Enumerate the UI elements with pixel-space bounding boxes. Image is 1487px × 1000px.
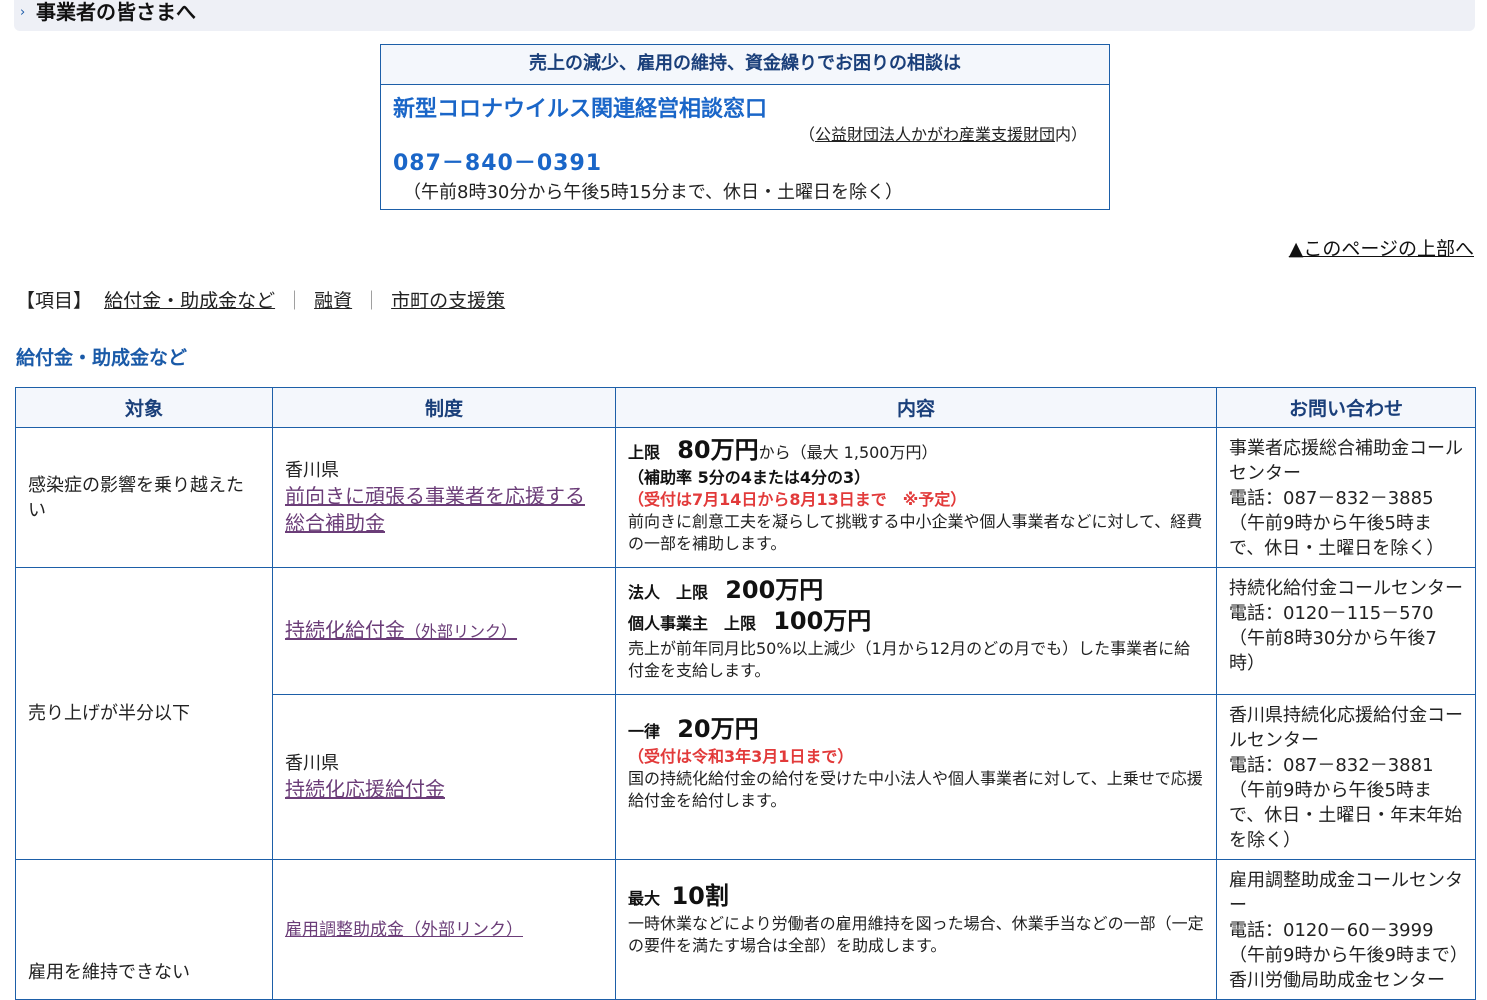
grants-table: 対象 制度 内容 お問い合わせ 感染症の影響を乗り越えたい 香川県 前向きに頑張… — [15, 387, 1476, 1000]
content-line: 法人 上限 200万円 — [628, 576, 1204, 607]
contact-name: 香川県持続化応援給付金コールセンター — [1229, 705, 1463, 751]
consultation-heading: 売上の減少、雇用の維持、資金繰りでお困りの相談は — [381, 45, 1109, 85]
header-contact: お問い合わせ — [1216, 387, 1476, 428]
limit-label: 上限 — [628, 443, 661, 462]
consultation-hours: （午前8時30分から午後5時15分まで、休日・土曜日を除く） — [403, 182, 903, 203]
pref-label: 香川県 — [285, 753, 339, 774]
external-link-label: （外部リンク） — [405, 622, 518, 641]
content-line: 一律 20万円 — [628, 715, 1204, 746]
consultation-box: 売上の減少、雇用の維持、資金繰りでお困りの相談は 新型コロナウイルス関連経営相談… — [380, 44, 1110, 210]
system-link[interactable]: 前向きに頑張る事業者を応援する総合補助金 — [285, 484, 585, 535]
content-line: 最大 10割 — [628, 882, 1204, 913]
contact-name: 雇用調整助成金コールセンター — [1229, 870, 1463, 916]
toc-nav: 【項目】 給付金・助成金など ｜ 融資 ｜ 市町の支援策 — [16, 286, 511, 313]
toc-link-loans[interactable]: 融資 — [314, 290, 352, 312]
section-heading-bar: › 事業者の皆さまへ — [14, 0, 1475, 31]
toc-label: 【項目】 — [16, 290, 93, 312]
pref-label: 香川県 — [285, 460, 339, 481]
target-cell: 売り上げが半分以下 — [15, 567, 273, 860]
target-cell: 感染症の影響を乗り越えたい — [15, 427, 273, 568]
flat-amount: 20万円 — [677, 715, 759, 743]
contact-tel: 電話：087－832－3885 — [1229, 488, 1434, 509]
content-desc: 一時休業などにより労働者の雇用維持を図った場合、休業手当などの一部（一定の要件を… — [628, 914, 1204, 955]
toc-link-grants[interactable]: 給付金・助成金など — [104, 290, 275, 312]
flat-label: 一律 — [628, 722, 661, 741]
content-desc: 前向きに創意工夫を凝らして挑戦する中小企業や個人事業者などに対して、経費の一部を… — [628, 512, 1203, 553]
content-cell: 上限 80万円から（最大 1,500万円） （補助率 5分の4または4分の3） … — [615, 427, 1217, 568]
system-cell: 香川県 持続化応援給付金 — [272, 694, 616, 860]
org-prefix: （ — [798, 125, 815, 144]
sole-limit-amount: 100万円 — [773, 607, 872, 635]
contact-tel: 電話：0120－60－3999 — [1229, 920, 1434, 941]
table-header-row: 対象 制度 内容 お問い合わせ — [15, 387, 1476, 428]
section-heading: 事業者の皆さまへ — [36, 0, 196, 24]
contact-cell: 持続化給付金コールセンター 電話：0120－115－570 （午前8時30分から… — [1216, 567, 1476, 695]
system-name: 持続化給付金 — [285, 618, 405, 642]
content-cell: 一律 20万円 （受付は令和3年3月1日まで） 国の持続化給付金の給付を受けた中… — [615, 694, 1217, 860]
deadline-note: （受付は令和3年3月1日まで） — [628, 747, 854, 766]
max-amount: 10割 — [671, 882, 729, 910]
contact-hours: （午前9時から午後5時まで、休日・土曜日を除く） — [1229, 513, 1445, 559]
system-link[interactable]: 雇用調整助成金（外部リンク） — [285, 920, 523, 940]
corp-limit-label: 法人 上限 — [628, 583, 709, 602]
contact-hours: （午前8時30分から午後7時） — [1229, 628, 1437, 674]
grants-section-title: 給付金・助成金など — [16, 347, 188, 369]
toc-link-municipal[interactable]: 市町の支援策 — [391, 290, 505, 312]
limit-suffix: から（最大 1,500万円） — [758, 443, 938, 462]
header-system: 制度 — [272, 387, 616, 428]
subsidy-rate: （補助率 5分の4または4分の3） — [628, 468, 871, 487]
limit-amount: 80万円 — [677, 436, 759, 464]
contact-tel: 電話：0120－115－570 — [1229, 603, 1434, 624]
toc-separator: ｜ — [285, 290, 305, 312]
content-desc: 売上が前年同月比50%以上減少（1月から12月のどの月でも）した事業者に給付金を… — [628, 639, 1191, 680]
contact-cell: 香川県持続化応援給付金コールセンター 電話：087－832－3881 （午前9時… — [1216, 694, 1476, 860]
table-row: 売り上げが半分以下 持続化給付金（外部リンク） 法人 上限 200万円 個人事業… — [15, 567, 1476, 860]
header-content: 内容 — [615, 387, 1217, 428]
contact-name: 持続化給付金コールセンター — [1229, 578, 1463, 599]
contact-hours: （午前9時から午後5時まで、休日・土曜日・年末年始を除く） — [1229, 780, 1463, 851]
org-link[interactable]: 公益財団法人かがわ産業支援財団 — [815, 125, 1055, 144]
consultation-org: （公益財団法人かがわ産業支援財団内） — [799, 121, 1087, 145]
contact-name: 事業者応援総合補助金コールセンター — [1229, 438, 1463, 484]
contact-next: 香川労働局助成金センター — [1229, 970, 1445, 991]
toc-separator: ｜ — [362, 290, 382, 312]
page-top-link[interactable]: ▲このページの上部へ — [1289, 234, 1474, 261]
sole-limit-label: 個人事業主 上限 — [628, 614, 757, 633]
max-label: 最大 — [628, 889, 661, 908]
content-desc: 国の持続化給付金の給付を受けた中小法人や個人事業者に対して、上乗せで応援給付金を… — [628, 769, 1203, 810]
contact-cell: 事業者応援総合補助金コールセンター 電話：087－832－3885 （午前9時か… — [1216, 427, 1476, 568]
content-line: 上限 80万円から（最大 1,500万円） — [628, 436, 1204, 467]
org-suffix: 内） — [1054, 125, 1087, 144]
corp-limit-amount: 200万円 — [725, 576, 824, 604]
system-link[interactable]: 持続化応援給付金 — [285, 777, 445, 801]
system-cell: 持続化給付金（外部リンク） — [272, 567, 616, 695]
chevron-right-icon: › — [20, 5, 26, 20]
content-cell: 法人 上限 200万円 個人事業主 上限 100万円 売上が前年同月比50%以上… — [615, 567, 1217, 695]
system-link[interactable]: 持続化給付金（外部リンク） — [285, 618, 517, 642]
consultation-name: 新型コロナウイルス関連経営相談窓口 — [393, 97, 768, 122]
contact-hours: （午前9時から午後9時まで） — [1229, 945, 1468, 966]
deadline-note: （受付は7月14日から8月13日まで ※予定） — [628, 490, 967, 509]
contact-tel: 電話：087－832－3881 — [1229, 755, 1434, 776]
consultation-tel: 087－840－0391 — [393, 151, 603, 176]
header-target: 対象 — [15, 387, 273, 428]
content-line: 個人事業主 上限 100万円 — [628, 607, 1204, 638]
system-cell: 香川県 前向きに頑張る事業者を応援する総合補助金 — [272, 427, 616, 568]
table-row: 感染症の影響を乗り越えたい 香川県 前向きに頑張る事業者を応援する総合補助金 上… — [15, 427, 1476, 568]
